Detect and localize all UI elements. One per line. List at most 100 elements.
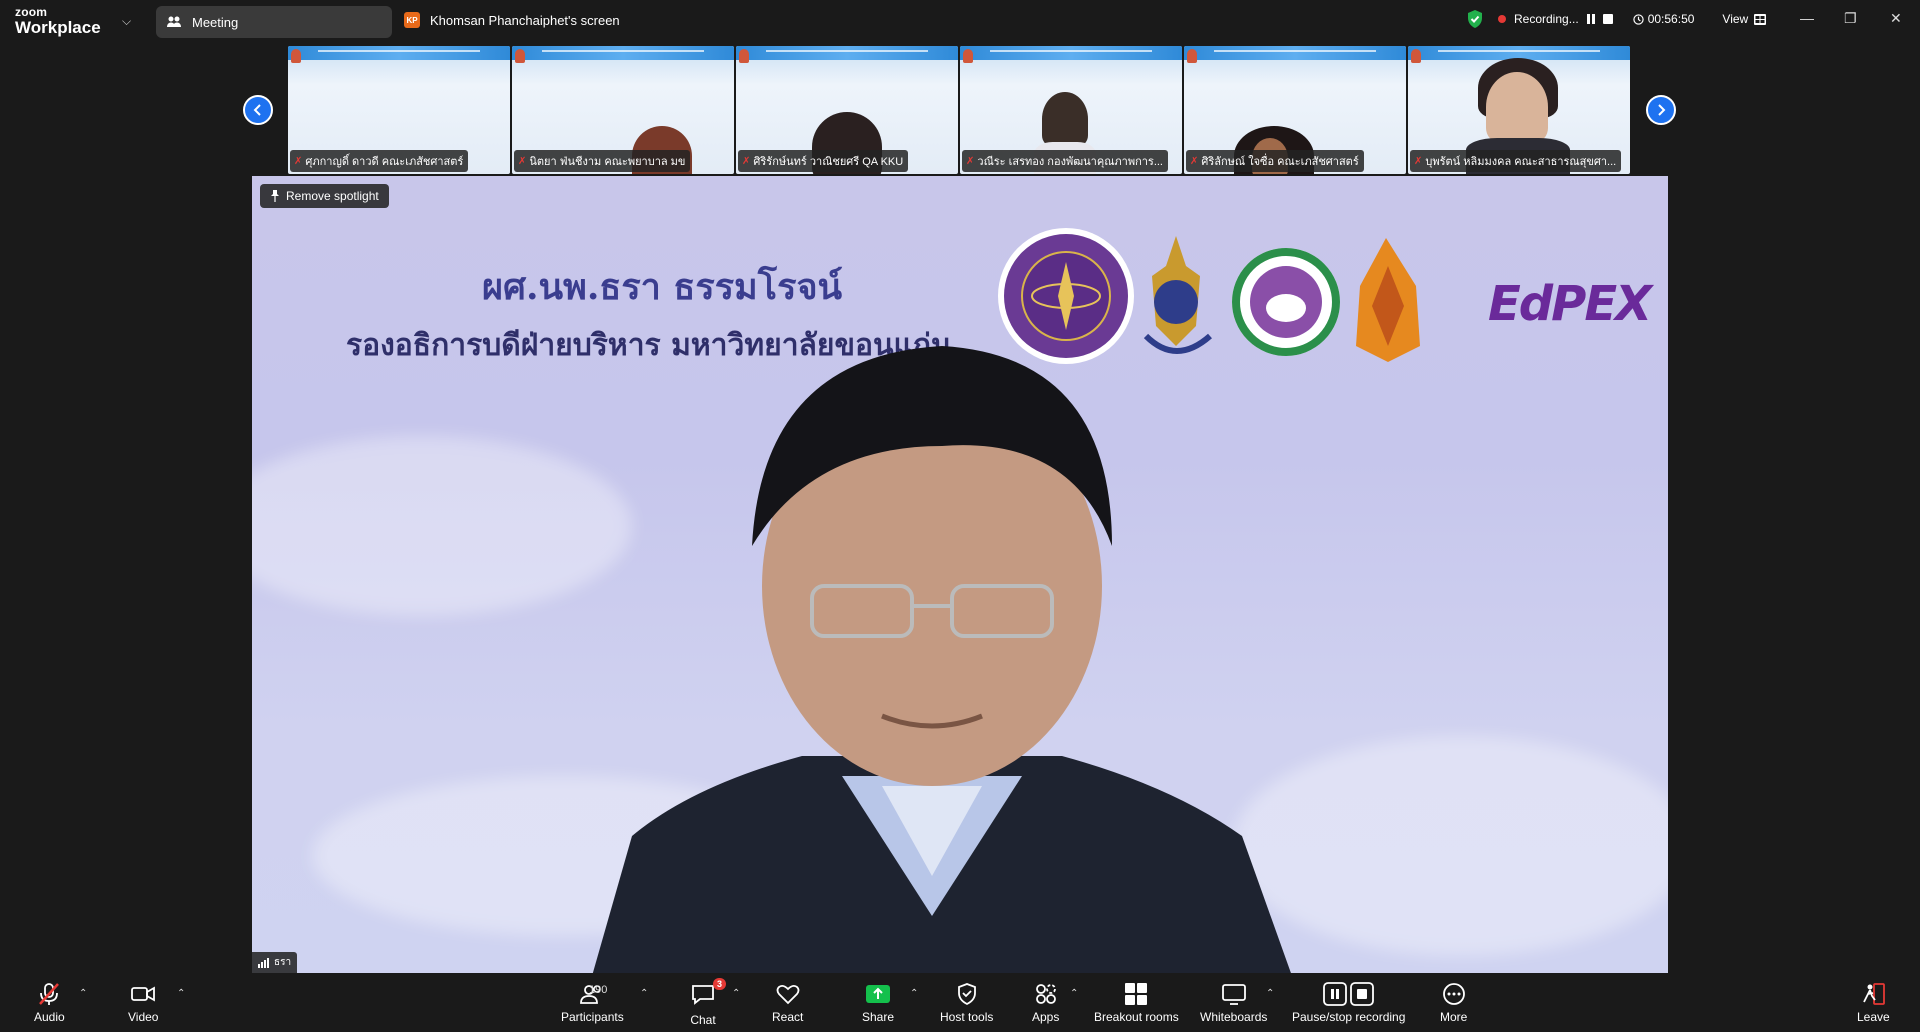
video-label: Video bbox=[128, 1010, 159, 1024]
chevron-down-icon[interactable]: ⌵ bbox=[122, 14, 131, 29]
remove-spotlight-label: Remove spotlight bbox=[286, 189, 379, 203]
slide-header bbox=[1184, 46, 1406, 60]
slide-header bbox=[512, 46, 734, 60]
mic-muted-icon: ✗ bbox=[1190, 155, 1199, 167]
participant-name-text: ศิริรักษ์นทร์ วาณิชยศรี QA KKU bbox=[753, 156, 904, 168]
share-label: Share bbox=[862, 1010, 895, 1024]
university-logo-icon bbox=[291, 49, 301, 63]
kku-emblem-icon bbox=[1356, 238, 1420, 362]
logo-line2: Workplace bbox=[15, 18, 101, 37]
presenter-avatar: KP bbox=[404, 12, 420, 28]
more-button[interactable]: More bbox=[1440, 982, 1467, 1024]
apps-icon bbox=[1035, 984, 1056, 1004]
mic-muted-icon: ✗ bbox=[294, 155, 303, 167]
chat-label: Chat bbox=[690, 1013, 716, 1027]
audio-options-chevron-icon[interactable]: ⌃ bbox=[79, 988, 87, 999]
chat-bubble-icon bbox=[692, 985, 714, 1005]
meeting-timer: 00:56:50 bbox=[1633, 12, 1695, 26]
stop-recording-icon[interactable] bbox=[1602, 14, 1613, 24]
heart-icon bbox=[776, 984, 800, 1005]
grid-view-icon bbox=[1754, 13, 1767, 25]
pause-stop-recording-button[interactable]: Pause/stop recording bbox=[1292, 982, 1405, 1024]
tab-meeting-label: Meeting bbox=[192, 14, 239, 30]
participant-tile[interactable]: ✗ วณีระ เสรทอง กองพัฒนาคุณภาพการ... bbox=[960, 46, 1182, 174]
apps-label: Apps bbox=[1032, 1010, 1060, 1024]
apps-options-chevron-icon[interactable]: ⌃ bbox=[1070, 988, 1078, 999]
chat-options-chevron-icon[interactable]: ⌃ bbox=[732, 988, 740, 999]
speaker-name-text: ธรา bbox=[274, 957, 292, 968]
whiteboards-options-chevron-icon[interactable]: ⌃ bbox=[1266, 988, 1274, 999]
participant-filmstrip: ✗ ศุภกาญดิ์ ดาวดี คณะเภสัชศาสตร์ ✗ นิตยา ฟ… bbox=[288, 46, 1634, 174]
share-button[interactable]: Share bbox=[862, 982, 894, 1024]
participant-name: ✗ นิตยา ฟ่นชีงาม คณะพยาบาล มข bbox=[514, 150, 691, 172]
recording-label: Recording... bbox=[1514, 12, 1579, 26]
participant-name: ✗ ศุภกาญดิ์ ดาวดี คณะเภสัชศาสตร์ bbox=[290, 150, 469, 172]
breakout-rooms-button[interactable]: Breakout rooms bbox=[1094, 982, 1179, 1024]
minimize-icon[interactable]: — bbox=[1800, 10, 1814, 26]
slide-header bbox=[288, 46, 510, 60]
audio-label: Audio bbox=[34, 1010, 65, 1024]
breakout-rooms-label: Breakout rooms bbox=[1094, 1010, 1179, 1024]
audio-button[interactable]: Audio bbox=[34, 982, 65, 1024]
signal-strength-icon bbox=[258, 957, 269, 968]
pause-recording-icon[interactable] bbox=[1586, 14, 1595, 24]
close-icon[interactable]: ✕ bbox=[1890, 10, 1902, 27]
participants-label: Participants bbox=[561, 1010, 624, 1024]
meeting-toolbar: Audio ⌃ Video ⌃ 190 Participants ⌃ 3 Cha… bbox=[0, 974, 1920, 1032]
slide-speaker-name: ผศ.นพ.ธรา ธรรมโรจน์ bbox=[482, 266, 843, 308]
participant-tile[interactable]: ✗ ศิริลักษณ์ ใจซื่อ คณะเภสัชศาสตร์ bbox=[1184, 46, 1406, 174]
video-camera-icon bbox=[131, 986, 156, 1002]
more-icon bbox=[1442, 983, 1465, 1005]
host-tools-button[interactable]: Host tools bbox=[940, 982, 993, 1024]
leave-label: Leave bbox=[1857, 1010, 1890, 1024]
shield-icon bbox=[957, 983, 976, 1006]
pause-stop-recording-label: Pause/stop recording bbox=[1292, 1010, 1406, 1024]
participant-tile[interactable]: ✗ ศุภกาญดิ์ ดาวดี คณะเภสัชศาสตร์ bbox=[288, 46, 510, 174]
chat-button[interactable]: 3 Chat bbox=[690, 978, 726, 1027]
university-logo-icon bbox=[739, 49, 749, 63]
filmstrip-prev-button[interactable] bbox=[243, 95, 273, 125]
view-button[interactable]: View bbox=[1722, 12, 1767, 26]
zoom-logo[interactable]: zoom Workplace bbox=[15, 6, 101, 36]
participant-tile[interactable]: ✗ ศิริรักษ์นทร์ วาณิชยศรี QA KKU bbox=[736, 46, 958, 174]
title-bar: zoom Workplace ⌵ Meeting KP Khomsan Phan… bbox=[0, 0, 1920, 44]
participant-count: 190 bbox=[589, 984, 608, 996]
whiteboards-label: Whiteboards bbox=[1200, 1010, 1268, 1024]
tab-shared-screen[interactable]: KP Khomsan Phanchaiphet's screen bbox=[404, 12, 620, 28]
react-button[interactable]: React bbox=[772, 982, 803, 1024]
university-logo-icon bbox=[1187, 49, 1197, 63]
participant-name-text: ศุภกาญดิ์ ดาวดี คณะเภสัชศาสตร์ bbox=[305, 156, 464, 168]
timer-value: 00:56:50 bbox=[1647, 12, 1695, 26]
chevron-left-icon bbox=[253, 104, 261, 116]
participant-face bbox=[1486, 72, 1548, 142]
encryption-shield-icon[interactable] bbox=[1466, 9, 1484, 29]
whiteboard-icon bbox=[1221, 984, 1246, 1005]
leave-icon bbox=[1863, 983, 1886, 1005]
participants-button[interactable]: 190 Participants bbox=[561, 982, 624, 1024]
tab-meeting[interactable]: Meeting bbox=[156, 6, 392, 38]
slide-header-line bbox=[766, 50, 928, 52]
slide-header-line bbox=[1214, 50, 1376, 52]
remove-spotlight-button[interactable]: Remove spotlight bbox=[260, 184, 389, 208]
filmstrip-next-button[interactable] bbox=[1646, 95, 1676, 125]
apps-button[interactable]: Apps bbox=[1032, 982, 1059, 1024]
logo-line1: zoom bbox=[15, 5, 48, 19]
participant-tile[interactable]: ✗ นิตยา ฟ่นชีงาม คณะพยาบาล มข bbox=[512, 46, 734, 174]
recording-status: Recording... 00:56:50 View bbox=[1466, 9, 1767, 29]
participant-name-text: ศิริลักษณ์ ใจซื่อ คณะเภสัชศาสตร์ bbox=[1201, 156, 1359, 168]
participant-tile[interactable]: ✗ บุพรัตน์ หลิมมงคล คณะสาธารณสุขศา... bbox=[1408, 46, 1630, 174]
whiteboards-button[interactable]: Whiteboards bbox=[1200, 982, 1267, 1024]
participant-name-text: นิตยา ฟ่นชีงาม คณะพยาบาล มข bbox=[529, 156, 686, 168]
spotlight-video[interactable]: Remove spotlight ผศ.นพ.ธรา ธรรมโรจน์ รอง… bbox=[252, 176, 1668, 973]
share-options-chevron-icon[interactable]: ⌃ bbox=[910, 988, 918, 999]
host-tools-label: Host tools bbox=[940, 1010, 994, 1024]
slide-header-line bbox=[318, 50, 480, 52]
mic-muted-icon bbox=[39, 983, 60, 1005]
mic-muted-icon: ✗ bbox=[1414, 155, 1423, 167]
leave-button[interactable]: Leave bbox=[1857, 982, 1890, 1024]
recording-dot-icon bbox=[1498, 15, 1506, 23]
video-button[interactable]: Video bbox=[128, 982, 158, 1024]
participants-options-chevron-icon[interactable]: ⌃ bbox=[640, 988, 648, 999]
restore-icon[interactable]: ❐ bbox=[1844, 10, 1857, 27]
video-options-chevron-icon[interactable]: ⌃ bbox=[177, 988, 185, 999]
